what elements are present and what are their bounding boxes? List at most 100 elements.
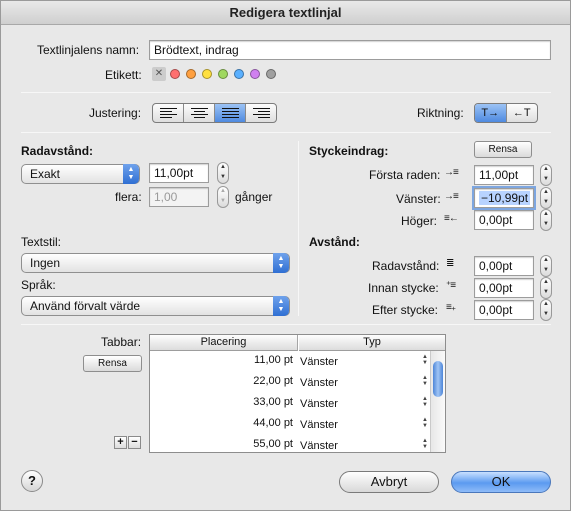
left-indent-label: Vänster: bbox=[396, 192, 441, 206]
first-line-field[interactable]: 11,00pt bbox=[474, 165, 534, 185]
tabs-label: Tabbar: bbox=[101, 335, 142, 349]
left-indent-value: −10,99pt bbox=[479, 191, 531, 205]
remove-tab-button[interactable]: − bbox=[128, 436, 141, 449]
align-right-icon bbox=[252, 108, 270, 118]
ltr-button[interactable]: T→ bbox=[475, 104, 507, 122]
separator bbox=[21, 324, 551, 325]
popup-arrows-icon: ▲ ▼ bbox=[123, 164, 139, 184]
vertical-separator bbox=[298, 141, 299, 316]
table-row[interactable]: 33,00 pt Vänster ▲ ▼ bbox=[150, 394, 431, 415]
tab-type-cell[interactable]: Vänster bbox=[300, 419, 338, 431]
align-center-icon bbox=[190, 108, 208, 118]
line-spacing-mode-value: Exakt bbox=[30, 167, 61, 181]
text-style-value: Ingen bbox=[30, 256, 61, 270]
ltr-icon: T→ bbox=[481, 107, 500, 119]
tab-position-cell[interactable]: 11,00 pt bbox=[150, 354, 297, 366]
tab-type-cell[interactable]: Vänster bbox=[300, 398, 338, 410]
alignment-label: Justering: bbox=[89, 106, 142, 120]
tab-type-cell[interactable]: Vänster bbox=[300, 377, 338, 389]
indent-heading: Styckeindrag: bbox=[309, 144, 389, 158]
after-paragraph-icon: ≡₊ bbox=[446, 302, 456, 313]
line-spacing-heading: Radavstånd: bbox=[21, 144, 94, 158]
left-indent-field[interactable]: −10,99pt bbox=[474, 188, 534, 208]
align-left-icon bbox=[159, 108, 177, 118]
label-color-dot[interactable] bbox=[170, 69, 180, 79]
tab-position-cell[interactable]: 55,00 pt bbox=[150, 438, 297, 450]
label-color-dot[interactable] bbox=[186, 69, 196, 79]
align-left-button[interactable] bbox=[153, 104, 184, 122]
right-indent-stepper[interactable] bbox=[540, 209, 552, 231]
align-center-button[interactable] bbox=[184, 104, 215, 122]
table-row[interactable]: 44,00 pt Vänster ▲ ▼ bbox=[150, 415, 431, 436]
tab-type-cell[interactable]: Vänster bbox=[300, 440, 338, 452]
line-spacing-value-field[interactable]: 11,00pt bbox=[149, 163, 209, 183]
text-style-popup[interactable]: Ingen ▲ ▼ bbox=[21, 253, 290, 273]
spacing-line-stepper[interactable] bbox=[540, 255, 552, 277]
rtl-button[interactable]: ←T bbox=[507, 104, 538, 122]
language-value: Använd förvalt värde bbox=[30, 299, 141, 313]
first-line-label: Första raden: bbox=[369, 168, 441, 182]
clear-label-icon[interactable]: ✕ bbox=[152, 67, 166, 81]
label-color-dot[interactable] bbox=[266, 69, 276, 79]
popup-arrows-icon: ▲ ▼ bbox=[273, 253, 289, 273]
scroll-thumb[interactable] bbox=[433, 361, 443, 397]
type-popup-arrows-icon[interactable]: ▲ ▼ bbox=[422, 354, 428, 366]
spacing-heading: Avstånd: bbox=[309, 235, 360, 249]
ok-button[interactable]: OK bbox=[451, 471, 551, 493]
language-popup[interactable]: Använd förvalt värde ▲ ▼ bbox=[21, 296, 290, 316]
table-row[interactable]: 55,00 pt Vänster ▲ ▼ bbox=[150, 436, 431, 457]
direction-segmented: T→ ←T bbox=[474, 103, 538, 123]
before-paragraph-stepper[interactable] bbox=[540, 277, 552, 299]
first-line-indent-icon: →≡ bbox=[444, 167, 459, 178]
label-color-dot[interactable] bbox=[250, 69, 260, 79]
column-header-type[interactable]: Typ bbox=[299, 335, 445, 351]
line-spacing-mode-popup[interactable]: Exakt ▲ ▼ bbox=[21, 164, 140, 184]
dialog-window: Redigera textlinjal Textlinjalens namn: … bbox=[0, 0, 571, 511]
table-row[interactable]: 22,00 pt Vänster ▲ ▼ bbox=[150, 373, 431, 394]
ruler-name-label: Textlinjalens namn: bbox=[37, 43, 140, 57]
type-popup-arrows-icon[interactable]: ▲ ▼ bbox=[422, 396, 428, 408]
label-color-dot[interactable] bbox=[202, 69, 212, 79]
label-color-dot[interactable] bbox=[218, 69, 228, 79]
tab-position-cell[interactable]: 22,00 pt bbox=[150, 375, 297, 387]
align-justify-button[interactable] bbox=[215, 104, 246, 122]
after-paragraph-stepper[interactable] bbox=[540, 299, 552, 321]
tab-type-cell[interactable]: Vänster bbox=[300, 356, 338, 368]
after-paragraph-label: Efter stycke: bbox=[372, 303, 439, 317]
before-paragraph-label: Innan stycke: bbox=[368, 281, 439, 295]
spacing-line-field[interactable]: 0,00pt bbox=[474, 256, 534, 276]
clear-indent-button[interactable]: Rensa bbox=[474, 141, 532, 158]
tab-position-cell[interactable]: 33,00 pt bbox=[150, 396, 297, 408]
tabs-scrollbar[interactable] bbox=[430, 351, 445, 452]
label-color-dot[interactable] bbox=[234, 69, 244, 79]
right-indent-field[interactable]: 0,00pt bbox=[474, 210, 534, 230]
left-indent-stepper[interactable] bbox=[540, 187, 552, 209]
tabs-table: Placering Typ 11,00 pt Vänster ▲ ▼ 22,00 pt V… bbox=[149, 334, 446, 453]
cancel-button[interactable]: Avbryt bbox=[339, 471, 439, 493]
after-paragraph-field[interactable]: 0,00pt bbox=[474, 300, 534, 320]
help-button[interactable]: ? bbox=[21, 470, 43, 492]
type-popup-arrows-icon[interactable]: ▲ ▼ bbox=[422, 375, 428, 387]
multiple-value-field[interactable]: 1,00 bbox=[149, 187, 209, 207]
first-line-stepper[interactable] bbox=[540, 164, 552, 186]
separator bbox=[21, 92, 551, 93]
before-paragraph-icon: ⁺≡ bbox=[446, 280, 456, 291]
ruler-name-field[interactable]: Brödtext, indrag bbox=[149, 40, 551, 60]
table-row[interactable]: 11,00 pt Vänster ▲ ▼ bbox=[150, 352, 431, 373]
direction-label: Riktning: bbox=[417, 106, 464, 120]
tab-position-cell[interactable]: 44,00 pt bbox=[150, 417, 297, 429]
column-header-position[interactable]: Placering bbox=[150, 335, 298, 351]
spacing-line-label: Radavstånd: bbox=[372, 259, 440, 273]
multiple-stepper[interactable] bbox=[217, 186, 229, 208]
right-indent-icon: ≡← bbox=[444, 213, 459, 224]
label-label: Etikett: bbox=[105, 68, 142, 82]
alignment-segmented bbox=[152, 103, 277, 123]
align-right-button[interactable] bbox=[246, 104, 276, 122]
type-popup-arrows-icon[interactable]: ▲ ▼ bbox=[422, 417, 428, 429]
add-tab-button[interactable]: + bbox=[114, 436, 127, 449]
line-spacing-stepper[interactable] bbox=[217, 162, 229, 184]
clear-tabs-button[interactable]: Rensa bbox=[83, 355, 142, 372]
before-paragraph-field[interactable]: 0,00pt bbox=[474, 278, 534, 298]
type-popup-arrows-icon[interactable]: ▲ ▼ bbox=[422, 438, 428, 450]
times-label: gånger bbox=[235, 190, 273, 204]
